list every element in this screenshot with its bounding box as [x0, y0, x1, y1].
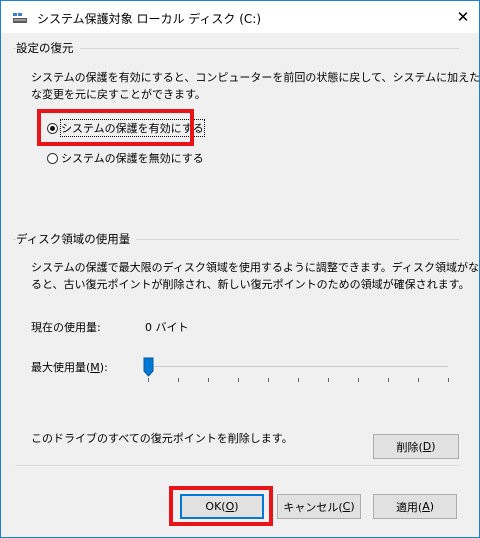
disk-group-label: ディスク領域の使用量: [16, 231, 137, 247]
current-usage-label: 現在の使用量:: [31, 321, 101, 334]
radio-disable-label: システムの保護を無効にする: [61, 152, 204, 165]
disk-description-line1: システムの保護で最大限のディスク領域を使用するように調整できます。ディスク領域が…: [31, 261, 480, 274]
slider-tick: [418, 378, 419, 382]
footer-divider: [15, 465, 459, 466]
slider-tick: [238, 378, 239, 382]
max-usage-label-post: ):: [99, 361, 108, 374]
highlight-box-ok: [169, 486, 273, 526]
close-icon[interactable]: ✕: [447, 1, 479, 33]
slider-tick: [178, 378, 179, 382]
cancel-button[interactable]: キャンセル(C): [277, 494, 361, 519]
delete-button[interactable]: 削除(D): [373, 434, 459, 459]
apply-button-pre: 適用(: [395, 500, 423, 514]
slider-tick: [208, 378, 209, 382]
slider-tick: [268, 378, 269, 382]
delete-description: このドライブのすべての復元ポイントを削除します。: [31, 432, 293, 445]
slider-tick: [388, 378, 389, 382]
cancel-button-post: ): [350, 500, 355, 513]
slider-tick: [148, 378, 149, 382]
radio-button-icon[interactable]: [47, 152, 58, 164]
delete-button-pre: 削除(: [396, 440, 423, 454]
max-usage-label-pre: 最大使用量(: [31, 361, 91, 374]
radio-disable-protection[interactable]: システムの保護を無効にする: [47, 150, 204, 166]
slider-tick: [448, 378, 449, 382]
apply-button-key: A: [422, 500, 430, 513]
apply-button[interactable]: 適用(A): [373, 494, 457, 519]
delete-button-post: ): [431, 440, 436, 453]
slider-tick: [298, 378, 299, 382]
max-usage-label-key: M: [90, 361, 100, 374]
cancel-button-key: C: [342, 500, 351, 513]
apply-button-post: ): [429, 500, 435, 513]
max-usage-label: 最大使用量(M):: [31, 359, 108, 376]
restore-description-line2: な変更を元に戻すことができます。: [31, 88, 206, 101]
cancel-button-pre: キャンセル(: [283, 500, 343, 514]
system-protection-dialog: システム保護対象 ローカル ディスク (C:) ✕ 設定の復元 システムの保護を…: [0, 0, 480, 538]
max-usage-slider-track[interactable]: [148, 366, 448, 367]
slider-thumb[interactable]: [143, 357, 154, 377]
current-usage-value: 0 バイト: [145, 321, 189, 334]
restore-group-divider: [13, 48, 459, 49]
delete-button-key: D: [422, 440, 432, 453]
restore-description-line1: システムの保護を有効にすると、コンピューターを前回の状態に戻して、システムに加え…: [31, 71, 480, 84]
slider-tick: [358, 378, 359, 382]
disk-description-line2: ると、古い復元ポイントが削除され、新しい復元ポイントのための領域が確保されます。: [31, 278, 470, 291]
slider-tick: [328, 378, 329, 382]
highlight-box-enable: [37, 109, 194, 146]
title-bar: システム保護対象 ローカル ディスク (C:) ✕: [1, 1, 479, 33]
window-title: システム保護対象 ローカル ディスク (C:): [37, 12, 262, 26]
drive-icon: [13, 13, 27, 23]
restore-group-label: 設定の復元: [16, 40, 80, 56]
